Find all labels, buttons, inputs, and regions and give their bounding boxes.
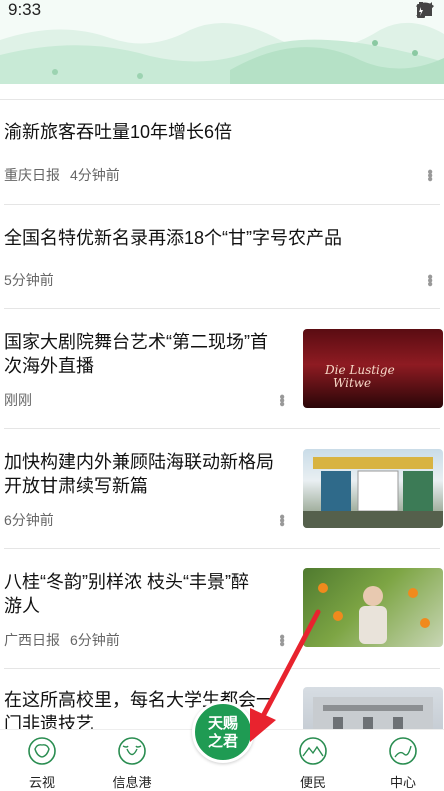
news-title[interactable]: 全国名特优新名录再添18个“甘”字号农产品 xyxy=(4,226,342,250)
news-meta: 重庆日报 4分钟前 xyxy=(4,165,120,185)
news-item[interactable]: 全国名特优新名录再添18个“甘”字号农产品 5分钟前 ••• xyxy=(0,204,444,309)
news-time: 刚刚 xyxy=(4,392,32,408)
poster-text: Die Lustige xyxy=(324,363,395,377)
exhibition-hall-image xyxy=(303,457,443,528)
nav-label: 信息港 xyxy=(112,775,152,790)
opera-poster-image: Die Lustige Witwe xyxy=(324,363,395,390)
svg-text:Witwe: Witwe xyxy=(333,376,371,390)
news-meta: 6分钟前 xyxy=(4,510,54,530)
campus-building-image xyxy=(313,697,433,729)
news-title-line-2[interactable]: 次海外直播 xyxy=(4,354,94,378)
news-thumbnail[interactable]: Die Lustige Witwe xyxy=(303,329,443,408)
news-title-line-1[interactable]: 加快构建内外兼顾陆海联动新格局 xyxy=(4,450,274,474)
nav-label: 便民 xyxy=(299,775,326,790)
nav-label: 中心 xyxy=(389,775,416,790)
more-icon[interactable]: ••• xyxy=(273,390,290,408)
news-title-line-1[interactable]: 八桂“冬韵”别样浓 枝头“丰景”醉 xyxy=(4,570,249,594)
news-source: 重庆日报 xyxy=(4,167,60,183)
news-source: 广西日报 xyxy=(4,632,60,648)
mountain-landscape-banner xyxy=(0,22,444,84)
sheep-icon xyxy=(28,737,56,765)
header-banner: 9:33 xyxy=(0,0,444,84)
center-label-line-1: 天赐 xyxy=(207,714,238,732)
center-button-label: 天赐 之君 xyxy=(195,714,251,750)
more-icon[interactable]: ••• xyxy=(421,270,438,288)
news-item[interactable]: 渝新旅客吞吐量10年增长6倍 重庆日报 4分钟前 ••• xyxy=(0,104,444,205)
nav-item-bianmin[interactable]: 便民 xyxy=(278,730,348,791)
news-time: 4分钟前 xyxy=(70,167,120,183)
news-thumbnail[interactable] xyxy=(303,449,443,528)
news-meta: 广西日报 6分钟前 xyxy=(4,630,120,650)
center-home-button[interactable]: 天赐 之君 xyxy=(192,701,254,763)
news-meta: 5分钟前 xyxy=(4,270,54,290)
news-title-line-2[interactable]: 门非遗技艺 xyxy=(4,712,94,729)
more-icon[interactable]: ••• xyxy=(273,630,290,648)
news-time: 5分钟前 xyxy=(4,272,54,288)
more-icon[interactable]: ••• xyxy=(421,165,438,183)
center-label-line-2: 之君 xyxy=(207,732,238,750)
more-icon[interactable]: ••• xyxy=(273,510,290,528)
nav-item-zhongxin[interactable]: 中心 xyxy=(368,730,438,791)
news-meta: 刚刚 xyxy=(4,390,32,410)
news-feed[interactable]: 渝新旅客吞吐量10年增长6倍 重庆日报 4分钟前 ••• 全国名特优新名录再添1… xyxy=(0,84,444,729)
news-item[interactable]: 八桂“冬韵”别样浓 枝头“丰景”醉 游人 广西日报 6分钟前 ••• xyxy=(0,548,444,669)
news-item[interactable]: 加快构建内外兼顾陆海联动新格局 开放甘肃续写新篇 6分钟前 ••• xyxy=(0,428,444,549)
orange-orchard-image xyxy=(318,583,430,644)
mountain-icon xyxy=(299,737,327,765)
news-title[interactable]: 渝新旅客吞吐量10年增长6倍 xyxy=(4,120,232,144)
nav-label: 云视 xyxy=(28,775,55,790)
battery-icon xyxy=(417,2,425,18)
ox-icon xyxy=(118,737,146,765)
nav-item-xinxigang[interactable]: 信息港 xyxy=(97,730,167,791)
news-title-line-2[interactable]: 游人 xyxy=(4,594,40,618)
news-item[interactable]: 国家大剧院舞台艺术“第二现场”首 次海外直播 刚刚 ••• Die Lustig… xyxy=(0,308,444,429)
status-time: 9:33 xyxy=(8,0,42,19)
news-thumbnail[interactable] xyxy=(303,568,443,647)
news-title-line-1[interactable]: 国家大剧院舞台艺术“第二现场”首 xyxy=(4,330,268,354)
news-title-line-2[interactable]: 开放甘肃续写新篇 xyxy=(4,474,148,498)
news-time: 6分钟前 xyxy=(70,632,120,648)
news-thumbnail[interactable] xyxy=(303,687,443,729)
nav-item-yunshi[interactable]: 云视 xyxy=(7,730,77,791)
news-time: 6分钟前 xyxy=(4,512,54,528)
river-icon xyxy=(389,737,417,765)
